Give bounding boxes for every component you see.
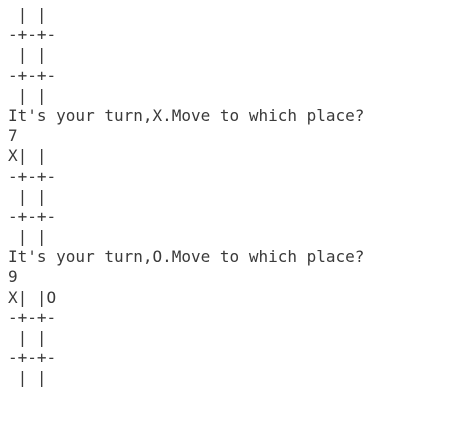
board-separator: -+-+- [8,307,57,327]
board-separator: -+-+- [8,25,57,45]
board-row-3: | | [8,368,47,388]
board-row-2: | | [8,45,47,65]
board-row-2: | | [8,328,47,347]
user-input: 7 [8,126,18,146]
board-row-1: | | [8,5,47,24]
board-row-3: | | [8,85,47,105]
board-separator: -+-+- [8,348,57,368]
board-separator: -+-+- [8,166,57,186]
board-row-1: X| | [8,146,47,166]
board-separator: -+-+- [8,65,57,85]
board-row-3: | | [8,227,47,247]
terminal-output: | | -+-+- | | -+-+- | | It's your turn,X… [0,0,457,445]
board-separator: -+-+- [8,206,57,226]
turn-prompt: It's your turn,O.Move to which place? [8,247,365,267]
user-input: 9 [8,267,18,287]
turn-prompt: It's your turn,X.Move to which place? [8,105,365,125]
board-row-1: X| |O [8,287,57,307]
board-row-2: | | [8,186,47,206]
